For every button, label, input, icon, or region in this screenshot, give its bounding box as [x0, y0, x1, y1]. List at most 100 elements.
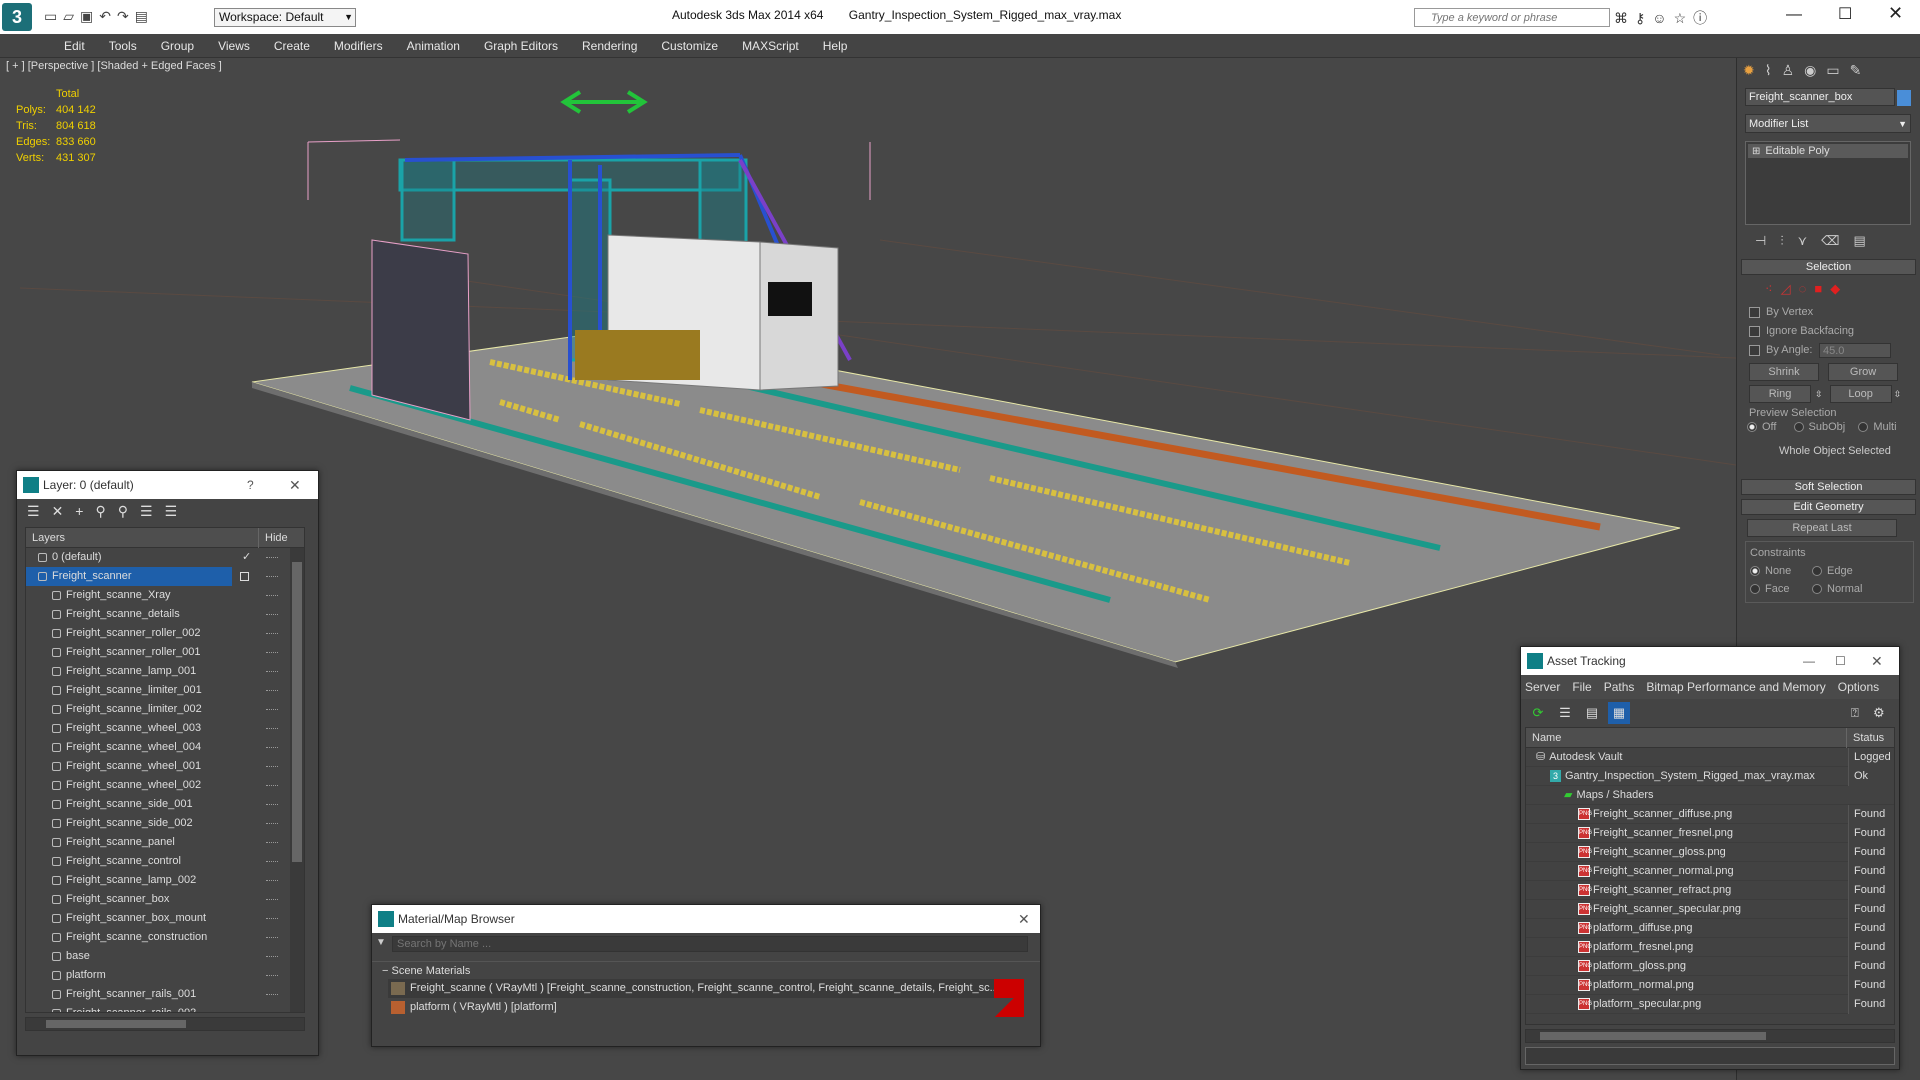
hide-toggle[interactable]: [266, 633, 278, 634]
hide-toggle[interactable]: [266, 557, 278, 558]
asset-row[interactable]: ⛁Autodesk Vault Logged C: [1526, 748, 1894, 767]
hide-toggle[interactable]: [266, 804, 278, 805]
hide-toggle[interactable]: [266, 595, 278, 596]
menu-group[interactable]: Group: [149, 34, 206, 58]
hide-toggle[interactable]: [240, 572, 249, 581]
repeat-last-button[interactable]: Repeat Last: [1747, 519, 1897, 537]
layer-row[interactable]: Freight_scanne_Xray: [26, 586, 304, 605]
key-icon[interactable]: ⚷: [1635, 10, 1652, 26]
hide-toggle[interactable]: [266, 576, 278, 577]
material-item[interactable]: platform ( VRayMtl ) [platform]: [388, 998, 1024, 1017]
vault-settings-icon[interactable]: ⚙: [1873, 705, 1885, 721]
vertex-icon[interactable]: ⁖: [1765, 281, 1781, 296]
asset-row[interactable]: PNGplatform_gloss.png Found: [1526, 957, 1894, 976]
layer-row[interactable]: Freight_scanner: [26, 567, 278, 586]
layer-row[interactable]: Freight_scanner_roller_001: [26, 643, 304, 662]
select-objects-icon[interactable]: ⚲: [95, 503, 117, 519]
element-icon[interactable]: ◆: [1830, 281, 1848, 296]
tree-view-icon[interactable]: ▤: [1581, 702, 1603, 724]
asset-menu-paths[interactable]: Paths: [1604, 680, 1635, 694]
selection-rollout-header[interactable]: Selection: [1741, 259, 1916, 275]
asset-menu-options[interactable]: Options: [1838, 680, 1879, 694]
hide-toggle[interactable]: [266, 861, 278, 862]
utilities-tab-icon[interactable]: ✎: [1850, 62, 1872, 78]
loop-spinner-icon[interactable]: ⇳: [1894, 389, 1902, 399]
column-layers[interactable]: Layers: [26, 532, 65, 544]
asset-menu-server[interactable]: Server: [1525, 680, 1560, 694]
layer-row[interactable]: Freight_scanne_side_002: [26, 814, 304, 833]
maximize-icon[interactable]: ☐: [1835, 647, 1846, 675]
undo-icon[interactable]: ↶: [99, 8, 117, 24]
ring-button[interactable]: Ring: [1749, 385, 1811, 403]
scene-materials-group[interactable]: − Scene Materials: [372, 961, 1040, 979]
search-box[interactable]: [1414, 8, 1610, 27]
by-angle-checkbox[interactable]: By Angle: 45.0: [1749, 341, 1920, 360]
ring-spinner-icon[interactable]: ⇳: [1815, 389, 1823, 399]
edge-icon[interactable]: ◿: [1781, 281, 1799, 296]
layer-row[interactable]: Freight_scanne_control: [26, 852, 304, 871]
layer-row[interactable]: base: [26, 947, 304, 966]
hide-toggle[interactable]: [266, 880, 278, 881]
menu-modifiers[interactable]: Modifiers: [322, 34, 395, 58]
asset-row[interactable]: PNGFreight_scanner_normal.png Found: [1526, 862, 1894, 881]
workspace-dropdown[interactable]: Workspace: Default ▼: [214, 8, 356, 27]
border-icon[interactable]: ◌: [1799, 281, 1815, 296]
hide-toggle[interactable]: [266, 671, 278, 672]
asset-row[interactable]: PNGFreight_scanner_gloss.png Found: [1526, 843, 1894, 862]
layer-row[interactable]: Freight_scanne_lamp_002: [26, 871, 304, 890]
horizontal-scrollbar[interactable]: [25, 1017, 305, 1031]
layer-row[interactable]: Freight_scanne_panel: [26, 833, 304, 852]
asset-row[interactable]: ▰ Maps / Shaders: [1526, 786, 1894, 805]
display-tab-icon[interactable]: ▭: [1826, 62, 1849, 78]
menu-help[interactable]: Help: [811, 34, 860, 58]
hide-toggle[interactable]: [266, 956, 278, 957]
polygon-icon[interactable]: ■: [1814, 281, 1830, 296]
preview-multi-radio[interactable]: Multi: [1858, 421, 1897, 433]
ignore-backfacing-checkbox[interactable]: Ignore Backfacing: [1749, 322, 1920, 341]
maximize-button[interactable]: ☐: [1838, 4, 1852, 24]
layer-row[interactable]: Freight_scanner_box_mount: [26, 909, 304, 928]
menu-maxscript[interactable]: MAXScript: [730, 34, 811, 58]
material-search-input[interactable]: [392, 936, 1028, 952]
hide-toggle[interactable]: [266, 728, 278, 729]
angle-spinner[interactable]: 45.0: [1819, 343, 1891, 358]
grow-button[interactable]: Grow: [1828, 363, 1899, 381]
motion-tab-icon[interactable]: ◉: [1804, 62, 1826, 78]
modifier-stack[interactable]: ⊞ Editable Poly: [1745, 141, 1911, 225]
hide-toggle[interactable]: [266, 937, 278, 938]
binoculars-icon[interactable]: ⌘: [1614, 10, 1635, 26]
menu-animation[interactable]: Animation: [395, 34, 472, 58]
show-end-result-icon[interactable]: ⫶: [1780, 233, 1797, 248]
layer-row[interactable]: Freight_scanne_wheel_002: [26, 776, 304, 795]
menu-views[interactable]: Views: [206, 34, 262, 58]
menu-tools[interactable]: Tools: [97, 34, 149, 58]
material-item[interactable]: Freight_scanne ( VRayMtl ) [Freight_scan…: [388, 979, 1024, 998]
star-icon[interactable]: ☆: [1674, 10, 1694, 26]
asset-row[interactable]: 3 Gantry_Inspection_System_Rigged_max_vra…: [1526, 767, 1894, 786]
table-view-icon[interactable]: ▦: [1608, 702, 1630, 724]
asset-menu-bitmap[interactable]: Bitmap Performance and Memory: [1646, 680, 1825, 694]
search-input[interactable]: [1415, 9, 1609, 26]
constraint-normal-radio[interactable]: Normal: [1812, 583, 1862, 595]
layer-row[interactable]: Freight_scanne_side_001: [26, 795, 304, 814]
close-icon[interactable]: ✕: [289, 471, 301, 499]
minimize-button[interactable]: —: [1786, 6, 1802, 24]
layer-row[interactable]: Freight_scanne_details: [26, 605, 304, 624]
layer-row[interactable]: Freight_scanner_box: [26, 890, 304, 909]
hide-toggle[interactable]: [266, 785, 278, 786]
layer-row[interactable]: Freight_scanne_limiter_001: [26, 681, 304, 700]
material-browser-titlebar[interactable]: Material/Map Browser ✕: [372, 905, 1040, 933]
column-status[interactable]: Status: [1846, 728, 1884, 748]
layer-row[interactable]: Freight_scanner_roller_002: [26, 624, 304, 643]
new-file-icon[interactable]: ▭: [44, 8, 63, 24]
list-view-icon[interactable]: ☰: [1554, 702, 1576, 724]
constraint-face-radio[interactable]: Face: [1750, 580, 1812, 598]
menu-customize[interactable]: Customize: [649, 34, 730, 58]
asset-menu-file[interactable]: File: [1572, 680, 1591, 694]
hide-toggle[interactable]: [266, 614, 278, 615]
asset-row[interactable]: PNGFreight_scanner_refract.png Found: [1526, 881, 1894, 900]
asset-row[interactable]: PNGFreight_scanner_specular.png Found: [1526, 900, 1894, 919]
menu-create[interactable]: Create: [262, 34, 322, 58]
create-tab-icon[interactable]: ✹: [1743, 62, 1765, 78]
modifier-list-dropdown[interactable]: Modifier List ▼: [1745, 114, 1911, 133]
